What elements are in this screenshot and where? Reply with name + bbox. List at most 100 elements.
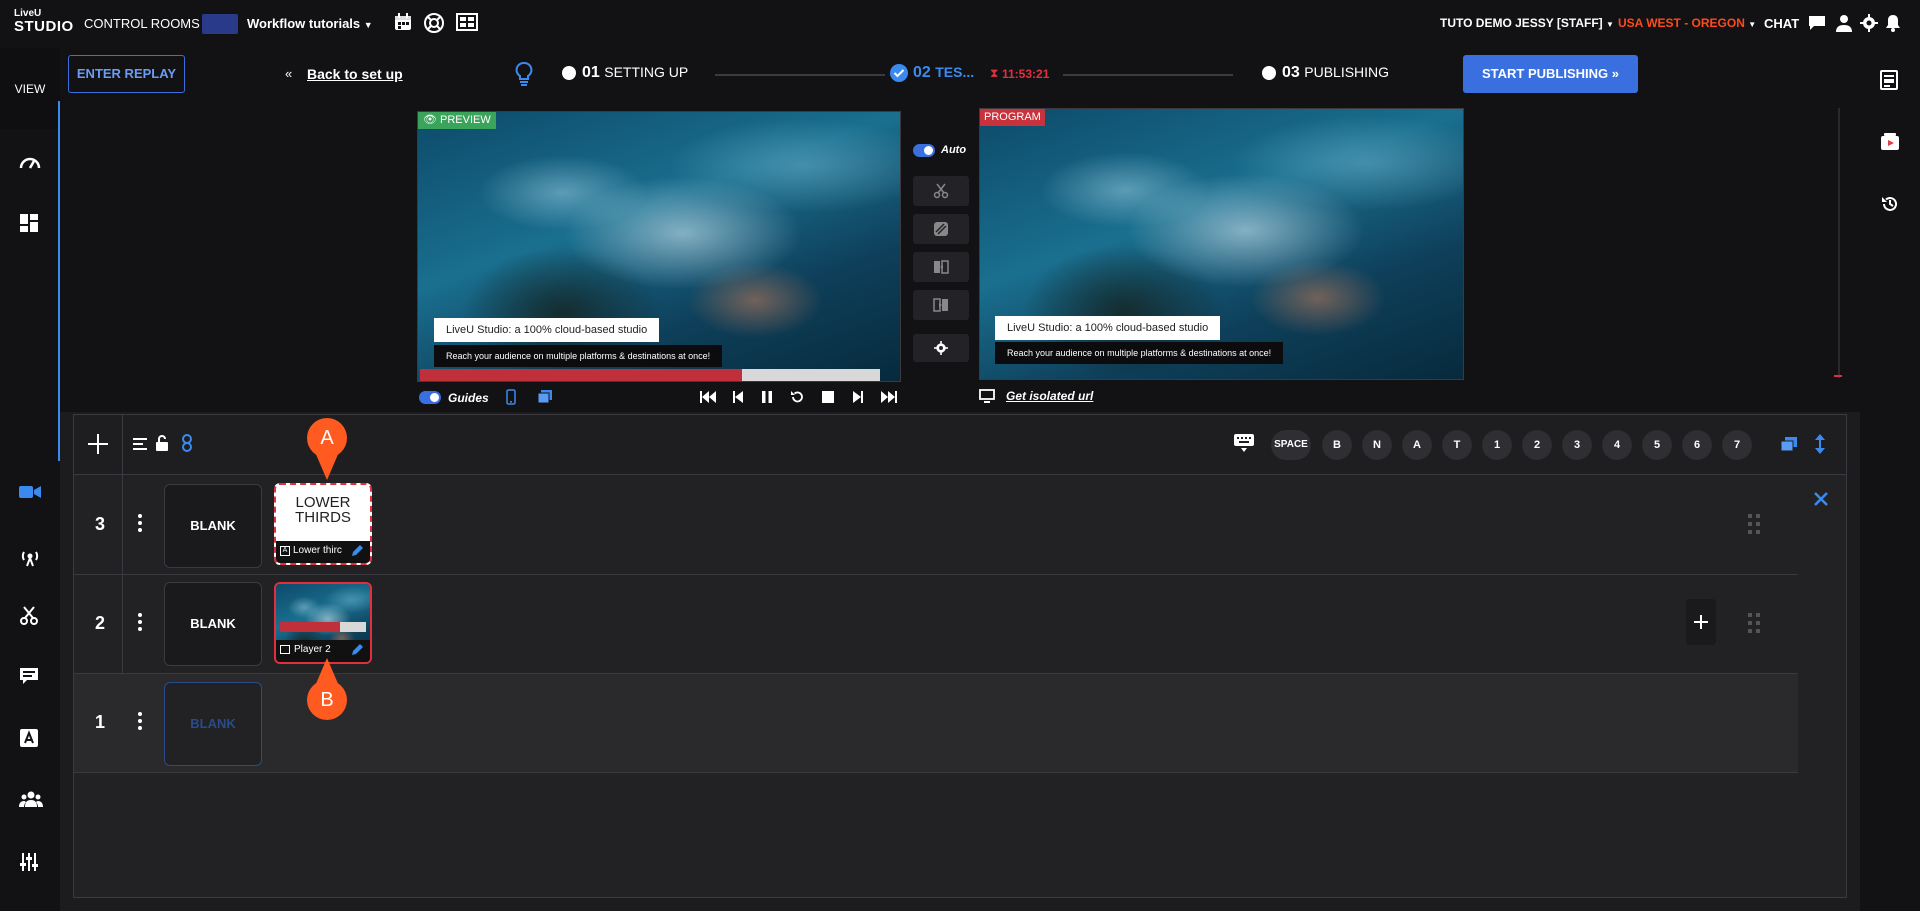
skip-end-icon[interactable] [881,391,897,403]
dashboard-icon[interactable] [19,152,41,174]
fade-transition-button[interactable] [913,214,969,244]
player-progress-track [280,622,366,632]
drag-handle-icon[interactable] [1748,514,1760,534]
shortcut-6[interactable]: 6 [1682,430,1712,460]
account-label: TUTO DEMO JESSY [STAFF] [1440,16,1603,30]
link-icon[interactable] [181,434,193,452]
media-icon[interactable] [1880,133,1900,151]
region-selector[interactable]: USA WEST - OREGON ▼ [1618,16,1756,30]
settings-icon[interactable] [1860,14,1880,34]
sliders-icon[interactable] [19,852,41,874]
calendar-icon[interactable] [394,13,414,33]
drag-handle-icon[interactable] [1748,613,1760,633]
shortcut-2[interactable]: 2 [1522,430,1552,460]
wipe-icon [933,259,949,275]
annotation-marker-a: A [307,418,347,480]
shortcut-7[interactable]: 7 [1722,430,1752,460]
toggle-knob [430,393,439,402]
shortcut-t[interactable]: T [1442,430,1472,460]
control-rooms-link[interactable]: CONTROL ROOMS [84,16,200,31]
blank-tile-active[interactable]: BLANK [164,682,262,766]
add-layer-icon[interactable] [88,434,108,454]
start-publishing-button[interactable]: START PUBLISHING » [1463,55,1638,93]
preview-badge: 👁 PREVIEW [418,112,496,129]
skip-start-icon[interactable] [700,391,716,403]
step-3[interactable]: 03 PUBLISHING [1282,64,1389,82]
app-logo[interactable]: LiveU STUDIO [14,8,73,40]
step-1[interactable]: 01 SETTING UP [582,64,688,82]
shortcut-3[interactable]: 3 [1562,430,1592,460]
shortcut-b[interactable]: B [1322,430,1352,460]
cut-transition-button[interactable] [913,176,969,206]
shortcut-space[interactable]: SPACE [1271,430,1311,460]
edit-icon[interactable] [350,544,364,558]
layers-icon[interactable] [537,389,553,405]
preview-monitor[interactable]: 👁 PREVIEW LiveU Studio: a 100% cloud-bas… [417,111,901,382]
scissors-icon[interactable] [19,606,41,628]
lower-thirds-tile[interactable]: LOWER THIRDS A Lower thirc [274,483,372,565]
enter-replay-button[interactable]: ENTER REPLAY [68,55,185,93]
align-left-icon[interactable] [133,437,147,451]
shortcut-n[interactable]: N [1362,430,1392,460]
shortcut-4[interactable]: 4 [1602,430,1632,460]
edit-icon[interactable] [350,643,364,657]
blank-tile[interactable]: BLANK [164,484,262,568]
replay-icon[interactable] [790,390,804,404]
close-icon[interactable] [1814,492,1828,506]
playback-progress-track[interactable] [420,369,880,381]
get-isolated-url-link[interactable]: Get isolated url [1006,389,1093,403]
slide-icon [933,297,949,313]
history-icon[interactable] [1881,195,1899,213]
layer-row-3[interactable]: 3 BLANK LOWER THIRDS A Lower thirc [74,476,1798,574]
blank-tile[interactable]: BLANK [164,582,262,666]
mobile-icon[interactable] [506,389,516,405]
help-icon[interactable] [424,13,444,33]
step-timer: 11:53:21 [1002,67,1050,81]
transition-settings-button[interactable] [913,334,969,362]
bell-icon[interactable] [1884,14,1904,34]
rundown-icon[interactable] [1880,70,1898,90]
program-monitor[interactable]: PROGRAM LiveU Studio: a 100% cloud-based… [979,108,1464,380]
unlock-icon[interactable] [155,435,169,451]
user-icon[interactable] [1836,14,1856,34]
more-vertical-icon[interactable] [138,712,142,730]
workflow-selector[interactable]: Workflow tutorials ▼ [247,16,373,31]
wipe-transition-button[interactable] [913,252,969,282]
more-vertical-icon[interactable] [138,613,142,631]
player-tile[interactable]: Player 2 [274,582,372,664]
next-icon[interactable] [853,391,863,403]
caption-icon[interactable] [19,667,41,689]
shortcut-1[interactable]: 1 [1482,430,1512,460]
layout-grid-icon[interactable] [19,213,41,235]
users-icon[interactable] [19,790,43,812]
player-progress-fill [280,622,341,632]
shortcut-5[interactable]: 5 [1642,430,1672,460]
account-menu[interactable]: TUTO DEMO JESSY [STAFF] ▼ [1440,16,1614,30]
workflow-label: Workflow tutorials [247,16,361,31]
keyboard-icon[interactable] [1234,434,1254,452]
pause-icon[interactable] [762,391,772,403]
back-to-setup-link[interactable]: Back to set up [307,66,403,82]
broadcast-icon[interactable] [19,545,41,567]
stop-icon[interactable] [822,391,834,403]
lightbulb-icon[interactable] [515,62,533,86]
add-source-button[interactable] [1686,599,1716,645]
previous-icon[interactable] [733,391,743,403]
chat-label[interactable]: CHAT [1764,16,1799,31]
step-2[interactable]: 02 TES... [913,64,974,82]
camera-icon[interactable] [19,484,41,506]
text-icon[interactable] [19,728,41,750]
more-vertical-icon[interactable] [138,514,142,532]
guides-toggle[interactable] [419,391,441,404]
layout-icon[interactable] [456,13,478,33]
shortcut-a[interactable]: A [1402,430,1432,460]
top-bar: LiveU STUDIO CONTROL ROOMS Workflow tuto… [0,0,1920,48]
chat-icon[interactable] [1808,15,1828,35]
auto-toggle[interactable] [913,144,935,157]
text-icon: A [280,546,290,556]
expand-vertical-icon[interactable] [1815,434,1825,454]
layers-icon[interactable] [1780,436,1798,452]
slide-transition-button[interactable] [913,290,969,320]
view-tab[interactable]: VIEW [0,48,60,129]
audio-meter [1838,108,1840,378]
